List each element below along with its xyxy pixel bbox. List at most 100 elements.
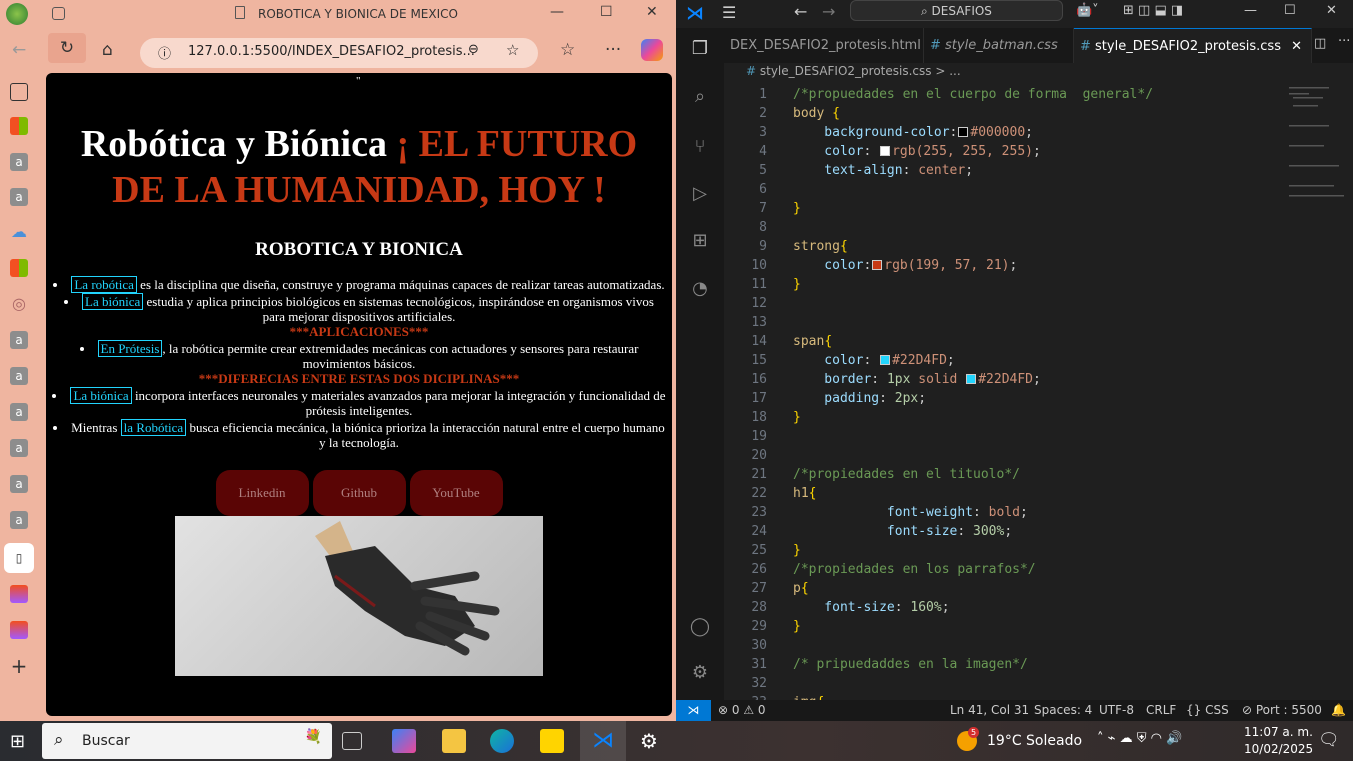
indentation[interactable]: Spaces: 4 bbox=[1034, 703, 1092, 717]
zoom-icon[interactable]: ⊖ bbox=[468, 42, 479, 57]
copilot-icon[interactable]: 🤖˅ bbox=[1076, 3, 1099, 18]
app-icon[interactable]: a bbox=[10, 367, 28, 385]
maximize-button[interactable]: ☐ bbox=[600, 4, 613, 20]
menu-icon[interactable]: ☰ bbox=[722, 3, 736, 22]
code-line: 32 bbox=[724, 674, 1283, 693]
notifications-icon[interactable]: 🗨 bbox=[1318, 730, 1340, 750]
source-control-icon[interactable]: ⑂ bbox=[689, 136, 711, 158]
extensions-icon[interactable]: ⊞ bbox=[689, 230, 711, 252]
css-file-icon: # bbox=[1080, 39, 1096, 54]
settings-gear-icon[interactable]: ⚙ bbox=[640, 729, 664, 753]
settings-gear-icon[interactable]: ⚙ bbox=[689, 662, 711, 684]
notifications-bell-icon[interactable]: 🔔 bbox=[1331, 703, 1346, 717]
layout-icons[interactable]: ⊞ ◫ ⬓ ◨ bbox=[1123, 3, 1183, 18]
app-icon[interactable]: a bbox=[10, 153, 28, 171]
minimize-button[interactable]: — bbox=[550, 4, 564, 20]
figma-icon[interactable] bbox=[10, 621, 28, 639]
workspaces-icon[interactable] bbox=[52, 7, 65, 20]
home-button[interactable]: ⌂ bbox=[102, 40, 113, 60]
code-text: font-weight: bold; bbox=[793, 503, 1028, 522]
code-editor[interactable]: 1 /*propuedades en el cuerpo de forma gen… bbox=[724, 85, 1283, 712]
tray-icons[interactable]: ˄ ⌁ ☁ ⛨ ◠ 🔊 bbox=[1097, 731, 1182, 746]
taskbar-search[interactable]: ⌕ Buscar 💐 bbox=[42, 723, 332, 759]
github-button[interactable]: Github bbox=[312, 470, 406, 516]
tabs-icon[interactable] bbox=[10, 83, 28, 101]
breadcrumb[interactable]: # style_DESAFIO2_protesis.css > ... bbox=[746, 64, 961, 78]
code-token: ; bbox=[965, 163, 974, 178]
address-bar[interactable]: ⓘ 127.0.0.1:5500/INDEX_DESAFIO2_protesis… bbox=[140, 38, 538, 68]
code-token: #22D4FD bbox=[892, 353, 947, 368]
tab-batman-css[interactable]: # style_batman.css bbox=[924, 28, 1074, 63]
copilot-icon[interactable] bbox=[641, 39, 663, 61]
clock-date[interactable]: 10/02/2025 bbox=[1244, 742, 1313, 756]
line-ending[interactable]: CRLF bbox=[1146, 703, 1176, 717]
code-token: { bbox=[824, 334, 833, 349]
code-text: background-color: #000000; bbox=[793, 123, 1033, 142]
close-button[interactable]: ✕ bbox=[1326, 3, 1337, 18]
problems-indicator[interactable]: ⊗ 0 ⚠ 0 bbox=[718, 703, 766, 717]
app-icon[interactable]: ◎ bbox=[10, 295, 28, 313]
cursor-position[interactable]: Ln 41, Col 31 bbox=[950, 703, 1029, 717]
tab-protesis-css[interactable]: # style_DESAFIO2_protesis.css ✕ bbox=[1074, 28, 1312, 63]
line-number: 18 bbox=[751, 410, 767, 425]
app-icon[interactable]: a bbox=[10, 511, 28, 529]
page-tab-icon[interactable]: ▯ bbox=[4, 543, 34, 573]
explorer-icon[interactable]: ❐ bbox=[689, 38, 711, 60]
youtube-button[interactable]: YouTube bbox=[409, 470, 503, 516]
info-icon[interactable]: ⓘ bbox=[158, 43, 171, 62]
more-actions-icon[interactable]: ··· bbox=[1338, 34, 1350, 49]
weather-text[interactable]: 19°C Soleado bbox=[987, 733, 1082, 749]
remote-icon[interactable]: ⋊ bbox=[676, 700, 711, 721]
add-icon[interactable]: + bbox=[10, 656, 28, 676]
search-icon[interactable]: ⌕ bbox=[689, 86, 711, 108]
close-tab-icon[interactable]: ✕ bbox=[1291, 39, 1302, 54]
line-number: 32 bbox=[751, 676, 767, 691]
taskbar: ⊞ ⌕ Buscar 💐 ⋊ ⚙ 5 19°C Soleado ˄ ⌁ ☁ ⛨ ◠ … bbox=[0, 721, 1353, 761]
app-icon[interactable]: a bbox=[10, 403, 28, 421]
forward-arrow-icon[interactable]: → bbox=[822, 2, 835, 21]
profile-avatar[interactable] bbox=[6, 3, 28, 25]
split-editor-icon[interactable]: ◫ bbox=[1314, 36, 1326, 51]
maximize-button[interactable]: ☐ bbox=[1284, 3, 1296, 18]
back-arrow-icon[interactable]: ← bbox=[794, 2, 807, 21]
app-icon[interactable]: a bbox=[10, 331, 28, 349]
minimize-button[interactable]: — bbox=[1244, 3, 1257, 18]
copilot-app-icon[interactable] bbox=[392, 729, 416, 753]
file-explorer-icon[interactable] bbox=[442, 729, 466, 753]
start-button[interactable]: ⊞ bbox=[10, 731, 25, 752]
office-icon[interactable] bbox=[10, 117, 28, 135]
tab-html[interactable]: DEX_DESAFIO2_protesis.html bbox=[724, 28, 924, 63]
live-server-port[interactable]: ⊘ Port : 5500 bbox=[1242, 703, 1322, 717]
line-number: 21 bbox=[751, 467, 767, 482]
close-button[interactable]: ✕ bbox=[646, 4, 658, 20]
edge-devtools-icon[interactable]: ◔ bbox=[689, 278, 711, 300]
favorites-button[interactable]: ☆ bbox=[560, 40, 575, 60]
run-debug-icon[interactable]: ▷ bbox=[689, 183, 711, 205]
app-icon[interactable]: a bbox=[10, 475, 28, 493]
encoding[interactable]: UTF-8 bbox=[1099, 703, 1134, 717]
more-button[interactable]: ··· bbox=[605, 40, 621, 60]
minimap[interactable] bbox=[1283, 85, 1353, 205]
app-icon[interactable]: a bbox=[10, 188, 28, 206]
account-icon[interactable]: ◯ bbox=[689, 616, 711, 638]
clock-time[interactable]: 11:07 a. m. bbox=[1244, 725, 1313, 739]
code-token: color bbox=[793, 353, 864, 368]
onedrive-icon[interactable]: ☁ bbox=[10, 223, 28, 241]
command-center-search[interactable]: ⌕ DESAFIOS bbox=[850, 0, 1063, 21]
vscode-title-bar: ⋊ ☰ ← → ⌕ DESAFIOS 🤖˅ ⊞ ◫ ⬓ ◨ — ☐ ✕ bbox=[676, 0, 1353, 28]
flowers-decoration-icon: 💐 bbox=[304, 729, 322, 745]
office-icon[interactable] bbox=[10, 259, 28, 277]
star-icon[interactable]: ☆ bbox=[506, 41, 519, 59]
task-view-icon[interactable] bbox=[342, 732, 362, 750]
figma-icon[interactable] bbox=[10, 585, 28, 603]
linkedin-button[interactable]: Linkedin bbox=[215, 470, 309, 516]
back-button[interactable]: ← bbox=[12, 40, 26, 60]
app-icon[interactable]: a bbox=[10, 439, 28, 457]
line-number: 14 bbox=[751, 334, 767, 349]
sticky-notes-icon[interactable] bbox=[540, 729, 564, 753]
browser-window: ROBOTICA Y BIONICA DE MEXICO — ☐ ✕ ← ↻ ⌂… bbox=[0, 0, 676, 721]
edge-icon[interactable] bbox=[490, 729, 514, 753]
refresh-button[interactable]: ↻ bbox=[48, 33, 86, 63]
language-mode[interactable]: {} CSS bbox=[1186, 703, 1229, 717]
vscode-taskbar-icon[interactable]: ⋊ bbox=[580, 721, 626, 761]
